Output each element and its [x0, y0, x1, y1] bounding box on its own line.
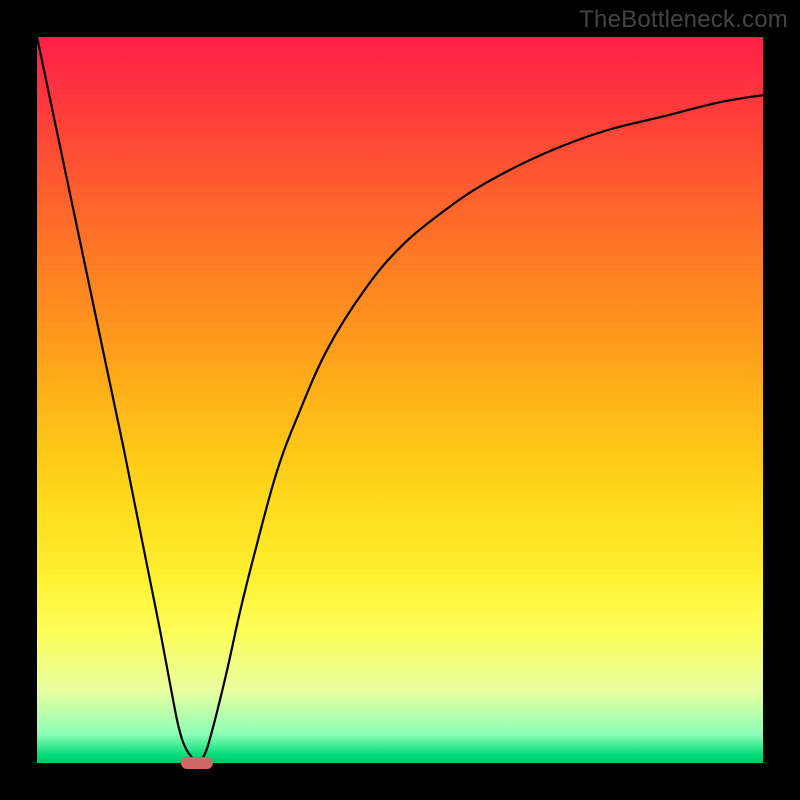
- plot-area: [37, 37, 763, 763]
- curve-svg: [37, 37, 763, 763]
- curve-right-branch: [197, 95, 763, 763]
- chart-frame: TheBottleneck.com: [0, 0, 800, 800]
- attribution-text: TheBottleneck.com: [579, 6, 788, 34]
- curve-left-branch: [37, 37, 197, 763]
- min-marker: [181, 757, 213, 769]
